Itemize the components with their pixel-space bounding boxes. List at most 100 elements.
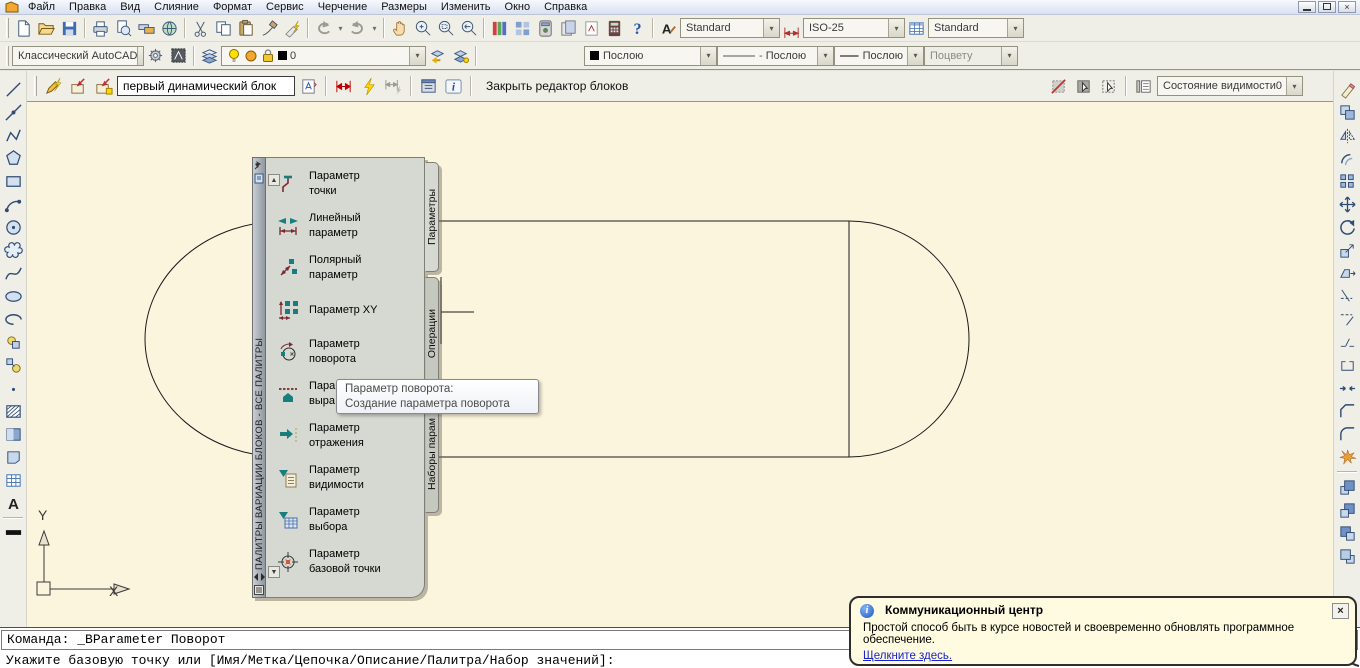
palette-item-rotation-parameter[interactable]: Параметр поворота <box>274 332 422 372</box>
zoom-realtime-button[interactable] <box>411 17 434 39</box>
attribute-definition-button[interactable] <box>297 75 320 97</box>
paste-button[interactable] <box>235 17 258 39</box>
palette-item-polar-parameter[interactable]: Полярный параметр <box>274 248 422 288</box>
combo-arrow-icon[interactable]: ▾ <box>409 46 425 65</box>
insert-block-button[interactable] <box>2 331 25 353</box>
restore-button[interactable] <box>1318 1 1336 13</box>
parameter-button[interactable] <box>332 75 355 97</box>
menu-edit[interactable]: Правка <box>62 0 113 14</box>
make-object-layer-current-button[interactable] <box>426 45 449 67</box>
plot-style-combo[interactable]: Поцвету ▾ <box>924 45 1018 66</box>
markup-set-manager-button[interactable] <box>580 17 603 39</box>
attribute-select-button[interactable] <box>1072 75 1095 97</box>
save-block-as-button[interactable] <box>92 75 115 97</box>
palette-title-bar[interactable]: ПАЛИТРЫ ВАРИАЦИИ БЛОКОВ - ВСЕ ПАЛИТРЫ <box>252 157 266 598</box>
menu-format[interactable]: Формат <box>206 0 259 14</box>
workspace-settings-button[interactable] <box>144 45 167 67</box>
circle-button[interactable] <box>2 216 25 238</box>
polyline-button[interactable] <box>2 124 25 146</box>
move-button[interactable] <box>1336 193 1359 215</box>
bring-to-front-button[interactable] <box>1336 476 1359 498</box>
offset-button[interactable] <box>1336 147 1359 169</box>
authoring-palettes-button[interactable] <box>417 75 440 97</box>
visibility-mode-button[interactable] <box>1132 75 1155 97</box>
combo-arrow-icon[interactable]: ▾ <box>763 19 779 37</box>
tool-palettes-button[interactable] <box>534 17 557 39</box>
combo-arrow-icon[interactable]: ▾ <box>1286 77 1302 95</box>
table-style-combo[interactable]: Standard ▾ <box>928 18 1024 38</box>
palette-item-linear-parameter[interactable]: Линейный параметр <box>274 206 422 246</box>
hatch-button[interactable] <box>2 400 25 422</box>
layer-previous-button[interactable] <box>449 45 472 67</box>
scale-button[interactable] <box>1336 239 1359 261</box>
extend-button[interactable] <box>1336 308 1359 330</box>
combo-arrow-icon[interactable]: ▾ <box>1007 19 1023 37</box>
make-block-button[interactable] <box>2 354 25 376</box>
redo-dropdown-arrow[interactable]: ▾ <box>369 17 380 39</box>
close-button[interactable]: × <box>1338 1 1356 13</box>
attribute-hide-button[interactable] <box>1047 75 1070 97</box>
palette-item-basepoint-parameter[interactable]: Параметр базовой точки <box>274 542 422 582</box>
pan-button[interactable] <box>388 17 411 39</box>
new-file-button[interactable] <box>12 17 35 39</box>
plot-preview-button[interactable] <box>112 17 135 39</box>
edit-block-button[interactable] <box>42 75 65 97</box>
undo-dropdown-arrow[interactable]: ▾ <box>335 17 346 39</box>
stretch-button[interactable] <box>1336 262 1359 284</box>
ellipse-arc-button[interactable] <box>2 308 25 330</box>
break-button[interactable] <box>1336 354 1359 376</box>
tab-actions[interactable]: Операции <box>425 277 439 391</box>
palette-item-xy-parameter[interactable]: Параметр XY <box>274 290 422 330</box>
redo-button[interactable] <box>346 17 369 39</box>
palette-properties-icon[interactable] <box>254 585 264 595</box>
rotate-button[interactable] <box>1336 216 1359 238</box>
zoom-window-button[interactable] <box>434 17 457 39</box>
mirror-button[interactable] <box>1336 124 1359 146</box>
menu-insert[interactable]: Слияние <box>147 0 206 14</box>
layer-combo[interactable]: 0 ▾ <box>221 45 426 66</box>
menu-help[interactable]: Справка <box>537 0 594 14</box>
trim-button[interactable] <box>1336 285 1359 307</box>
tab-parameters[interactable]: Параметры <box>425 162 439 272</box>
properties-button[interactable] <box>488 17 511 39</box>
region-button[interactable] <box>2 446 25 468</box>
chamfer-button[interactable] <box>1336 400 1359 422</box>
linetype-combo[interactable]: - Послою ▾ <box>717 45 834 66</box>
break-at-point-button[interactable] <box>1336 331 1359 353</box>
save-button[interactable] <box>58 17 81 39</box>
lineweight-combo[interactable]: Послою ▾ <box>834 45 924 66</box>
attribute-select-all-button[interactable] <box>1097 75 1120 97</box>
multiline-text-button[interactable]: A <box>2 492 25 514</box>
palette-item-flip-parameter[interactable]: Параметр отражения <box>274 416 422 456</box>
send-under-button[interactable] <box>1336 545 1359 567</box>
design-center-button[interactable] <box>511 17 534 39</box>
send-to-back-button[interactable] <box>1336 499 1359 521</box>
combo-arrow-icon[interactable]: ▾ <box>1001 46 1017 65</box>
menu-draw[interactable]: Черчение <box>311 0 375 14</box>
arc-button[interactable] <box>2 193 25 215</box>
menu-window[interactable]: Окно <box>498 0 538 14</box>
copy-object-button[interactable] <box>1336 101 1359 123</box>
undo-button[interactable] <box>312 17 335 39</box>
visibility-state-combo[interactable]: Состояние видимости0 ▾ <box>1157 76 1303 96</box>
drawing-canvas[interactable]: Y X <box>27 102 1333 627</box>
fillet-button[interactable] <box>1336 423 1359 445</box>
close-block-editor-button[interactable]: Закрыть редактор блоков <box>477 77 637 95</box>
parameter-set-button[interactable] <box>382 75 405 97</box>
cut-button[interactable] <box>189 17 212 39</box>
rectangle-button[interactable] <box>2 170 25 192</box>
palette-item-lookup-parameter[interactable]: Параметр выбора <box>274 500 422 540</box>
combo-arrow-icon[interactable]: ▾ <box>907 46 923 65</box>
publish-button[interactable] <box>135 17 158 39</box>
color-erase-button[interactable] <box>281 17 304 39</box>
combo-arrow-icon[interactable]: ▾ <box>888 19 904 37</box>
layer-properties-button[interactable] <box>198 45 221 67</box>
sheet-set-manager-button[interactable] <box>557 17 580 39</box>
pin-icon[interactable] <box>254 160 264 170</box>
palette-item-visibility-parameter[interactable]: Параметр видимости <box>274 458 422 498</box>
array-button[interactable] <box>1336 170 1359 192</box>
toolbar-grip[interactable] <box>6 18 9 38</box>
workspace-combo[interactable]: Классический AutoCAD▾ <box>12 45 144 66</box>
explode-button[interactable] <box>1336 446 1359 468</box>
revision-cloud-button[interactable] <box>2 239 25 261</box>
